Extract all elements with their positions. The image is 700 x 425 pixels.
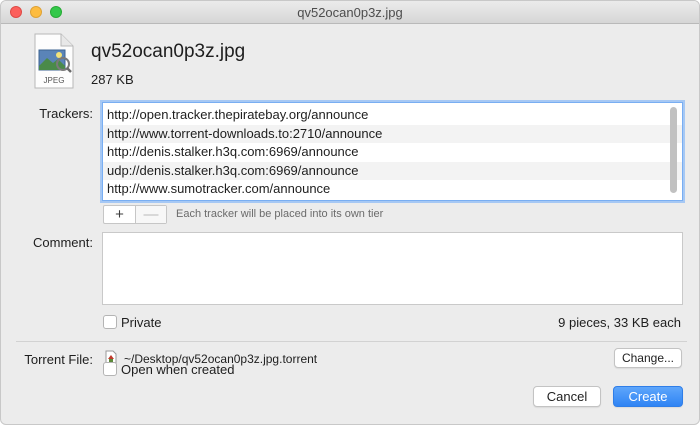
file-name: qv52ocan0p3z.jpg [91, 41, 246, 62]
title-bar: qv52ocan0p3z.jpg [1, 1, 699, 24]
jpeg-file-icon: JPEG [34, 33, 74, 89]
remove-tracker-button[interactable]: — [134, 206, 166, 223]
trackers-label: Trackers: [39, 106, 93, 121]
tracker-item[interactable]: http://www.torrent-downloads.to:2710/ann… [103, 124, 682, 144]
change-location-button[interactable]: Change... [614, 348, 682, 368]
tracker-item[interactable]: http://open.tracker.thepiratebay.org/ann… [103, 106, 682, 125]
comment-label: Comment: [33, 235, 93, 250]
tracker-item[interactable]: udp://denis.stalker.h3q.com:6969/announc… [103, 161, 682, 181]
tracker-add-remove-control: + — [103, 205, 167, 224]
trackers-scrollbar[interactable] [670, 107, 677, 193]
pieces-info: 9 pieces, 33 KB each [558, 315, 681, 330]
torrent-file-label: Torrent File: [24, 352, 93, 367]
open-when-created-checkbox[interactable] [103, 362, 117, 376]
tracker-tier-hint: Each tracker will be placed into its own… [176, 208, 384, 220]
comment-input[interactable] [102, 232, 683, 305]
window-title: qv52ocan0p3z.jpg [297, 5, 403, 20]
private-label: Private [121, 315, 162, 330]
file-size: 287 KB [91, 72, 134, 87]
create-torrent-window: qv52ocan0p3z.jpg JPEG qv52ocan0p3z.jpg 2… [0, 0, 700, 425]
file-icon-label: JPEG [44, 76, 65, 85]
private-checkbox[interactable] [103, 315, 117, 329]
separator [16, 341, 687, 342]
open-when-created-label: Open when created [121, 362, 235, 377]
create-button[interactable]: Create [613, 386, 683, 407]
trackers-list[interactable]: http://open.tracker.thepiratebay.org/ann… [102, 102, 683, 201]
tracker-item[interactable]: http://denis.stalker.h3q.com:6969/announ… [103, 143, 682, 162]
tracker-item[interactable]: http://www.sumotracker.com/announce [103, 180, 682, 199]
cancel-button[interactable]: Cancel [533, 386, 601, 407]
add-tracker-button[interactable]: + [104, 206, 135, 223]
